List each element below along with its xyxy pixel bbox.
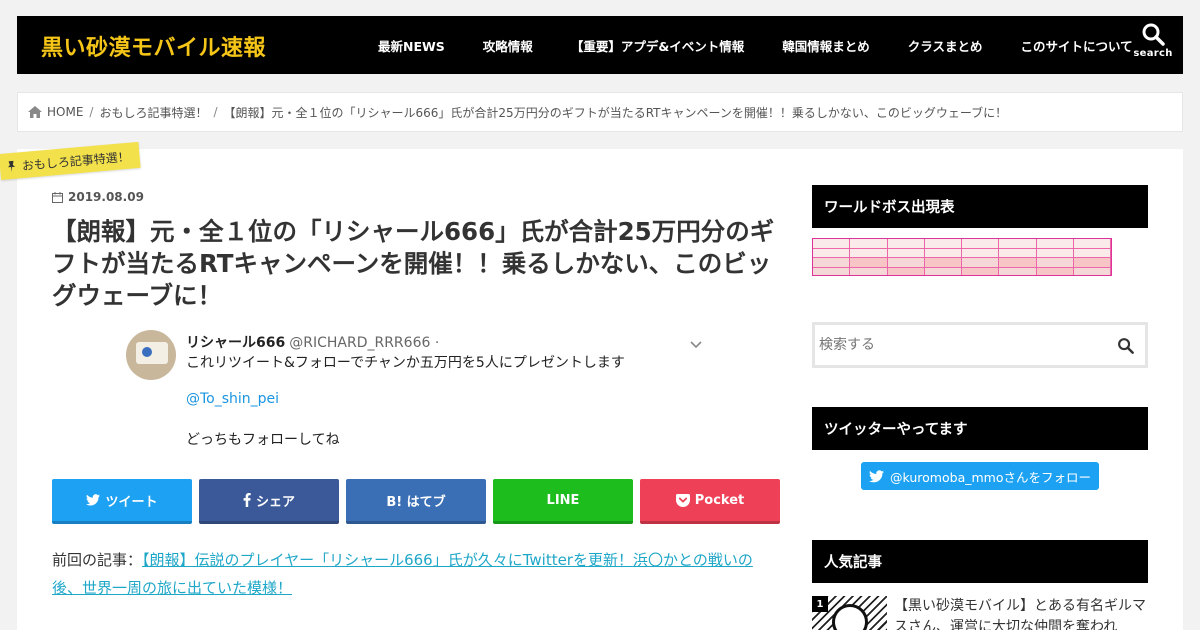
share-hatena-button[interactable]: B! はてブ (346, 479, 486, 524)
tweet-author[interactable]: リシャール666 @RICHARD_RRR666 · (186, 332, 439, 352)
share-buttons: ツイート シェア B! はてブ LINE Pocket (52, 479, 780, 524)
search-icon[interactable] (1105, 337, 1145, 354)
tweet-text-line-2: どっちもフォローしてね (186, 432, 340, 448)
home-icon (28, 106, 42, 118)
nav-item-guide[interactable]: 攻略情報 (464, 36, 552, 55)
search-label: search (1133, 48, 1173, 59)
search-input[interactable] (819, 337, 1105, 353)
breadcrumb-current: 【朗報】元・全１位の「リシャール666」氏が合計25万円分のギフトが当たるRTキ… (223, 105, 1008, 120)
post-date-text: 2019.08.09 (68, 190, 144, 204)
nav-item-update[interactable]: 【重要】アプデ&イベント情報 (552, 36, 763, 55)
popular-article-thumbnail[interactable]: 1 (812, 596, 887, 630)
tweet-mention-link[interactable]: @To_shin_pei (186, 391, 279, 407)
post-title: 【朗報】元・全１位の「リシャール666」氏が合計25万円分のギフトが当たるRTキ… (52, 217, 775, 311)
breadcrumb-home[interactable]: HOME (47, 105, 83, 119)
tweet-text: これリツイート&フォローでチャンか五万円を5人にプレゼントします (186, 355, 625, 371)
previous-article: 前回の記事：【朗報】伝説のプレイヤー「リシャール666」氏が久々にTwitter… (52, 547, 780, 603)
twitter-bird-icon (86, 494, 101, 506)
breadcrumb-category[interactable]: おもしろ記事特選！ (99, 104, 207, 121)
breadcrumb-separator: / (213, 105, 218, 119)
share-twitter-label: ツイート (105, 494, 158, 510)
global-nav: 最新NEWS 攻略情報 【重要】アプデ&イベント情報 韓国情報まとめ クラスまと… (359, 16, 1152, 74)
search-icon (1141, 22, 1165, 46)
share-hatena-label: B! はてブ (386, 494, 446, 510)
embedded-tweet[interactable]: リシャール666 @RICHARD_RRR666 · これリツイート&フォローでチ… (126, 330, 716, 455)
twitter-follow-label: @kuromoba_mmoさんをフォロー (890, 469, 1091, 485)
sidebar-heading-boss: ワールドボス出現表 (812, 185, 1148, 228)
nav-item-about[interactable]: このサイトについて (1002, 36, 1152, 55)
calendar-icon (52, 191, 63, 203)
previous-article-link[interactable]: 【朗報】伝説のプレイヤー「リシャール666」氏が久々にTwitterを更新！浜〇… (52, 551, 753, 597)
share-facebook-label: シェア (255, 494, 295, 510)
share-pocket-label: Pocket (694, 492, 745, 508)
share-pocket-button[interactable]: Pocket (640, 479, 780, 524)
pin-icon (5, 160, 17, 172)
twitter-bird-icon (869, 469, 885, 483)
sidebar-heading-popular: 人気記事 (812, 540, 1148, 583)
facebook-icon (243, 493, 251, 507)
post-date: 2019.08.09 (52, 190, 144, 204)
share-twitter-button[interactable]: ツイート (52, 479, 192, 524)
share-facebook-button[interactable]: シェア (199, 479, 339, 524)
header-search-button[interactable]: search (1133, 22, 1173, 68)
tweet-author-name: リシャール666 (186, 335, 286, 351)
sidebar-heading-twitter: ツイッターやってます (812, 407, 1148, 450)
breadcrumb-separator: / (89, 105, 94, 119)
breadcrumb: HOME / おもしろ記事特選！ / 【朗報】元・全１位の「リシャール666」氏… (17, 92, 1183, 132)
avatar[interactable] (126, 330, 176, 380)
share-line-button[interactable]: LINE (493, 479, 633, 524)
share-line-label: LINE (546, 492, 580, 508)
pocket-icon (675, 493, 690, 507)
site-logo[interactable]: 黒い砂漠モバイル速報 (41, 30, 266, 62)
chevron-down-icon[interactable] (690, 334, 702, 353)
nav-item-class[interactable]: クラスまとめ (889, 36, 1002, 55)
tweet-author-handle: @RICHARD_RRR666 · (289, 335, 440, 351)
popular-article-title[interactable]: 【黒い砂漠モバイル】とある有名ギルマスさん、運営に大切な仲間を奪われ (894, 596, 1148, 630)
popular-rank-badge: 1 (812, 596, 828, 612)
previous-article-label: 前回の記事： (52, 551, 143, 569)
popular-article-item[interactable]: 1 【黒い砂漠モバイル】とある有名ギルマスさん、運営に大切な仲間を奪われ (812, 596, 1148, 630)
world-boss-table-image[interactable] (812, 238, 1112, 276)
twitter-follow-button[interactable]: @kuromoba_mmoさんをフォロー (861, 462, 1099, 490)
nav-item-news[interactable]: 最新NEWS (359, 36, 464, 55)
sidebar-search (812, 322, 1148, 368)
site-header: 黒い砂漠モバイル速報 最新NEWS 攻略情報 【重要】アプデ&イベント情報 韓国… (17, 16, 1183, 74)
nav-item-korea[interactable]: 韓国情報まとめ (763, 36, 889, 55)
category-badge-label: おもしろ記事特選！ (21, 149, 131, 173)
